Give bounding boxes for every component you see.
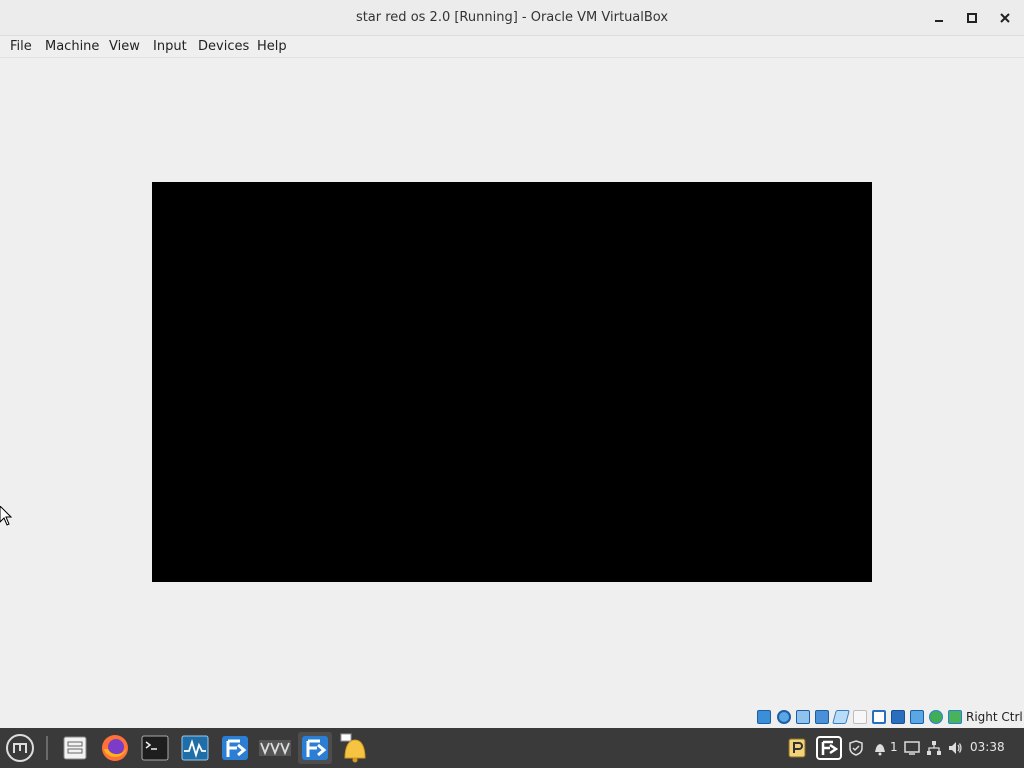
menu-file[interactable]: File: [10, 39, 32, 54]
menu-input[interactable]: Input: [153, 39, 187, 54]
menu-devices[interactable]: Devices: [198, 39, 249, 54]
firefox-icon: [102, 735, 128, 761]
menu-view[interactable]: View: [109, 39, 140, 54]
hard-disk-icon[interactable]: [757, 710, 771, 724]
shared-folders-icon[interactable]: [853, 710, 867, 724]
terminal-button[interactable]: [138, 732, 172, 764]
vm-app-icon: [259, 740, 291, 756]
mouse-integration-icon[interactable]: [929, 710, 943, 724]
display-icon[interactable]: [872, 710, 886, 724]
volume-button[interactable]: [947, 740, 963, 756]
terminal-icon: [141, 735, 169, 761]
network-icon: [927, 741, 941, 755]
menu-help[interactable]: Help: [257, 39, 287, 54]
shield-button[interactable]: [848, 740, 864, 756]
system-monitor-button[interactable]: [178, 732, 212, 764]
virtualbox-vm-icon: [302, 736, 328, 760]
minimize-button[interactable]: [927, 6, 951, 30]
virtualbox-vm-button[interactable]: [298, 732, 332, 764]
notification-bell-icon: [875, 744, 885, 756]
network-icon[interactable]: [815, 710, 829, 724]
maximize-button[interactable]: [960, 6, 984, 30]
close-icon: [1000, 13, 1010, 23]
usb-icon[interactable]: [832, 710, 850, 724]
notifications-button[interactable]: [338, 732, 372, 764]
volume-icon: [949, 742, 962, 754]
menu-machine[interactable]: Machine: [45, 39, 99, 54]
taskbar: 1 03:38: [0, 728, 1024, 768]
firefox-button[interactable]: [98, 732, 132, 764]
shield-icon: [849, 740, 863, 756]
host-key-label: Right Ctrl: [966, 710, 1023, 724]
menu-bar: File Machine View Input Devices Help: [0, 36, 1024, 58]
package-updater-button[interactable]: [788, 738, 806, 758]
notification-count: 1: [890, 740, 898, 754]
files-button[interactable]: [58, 732, 92, 764]
mint-menu-icon: [6, 734, 34, 762]
virtualbox-tray-icon: [816, 736, 842, 760]
vm-screen[interactable]: [152, 182, 872, 582]
keyboard-icon[interactable]: [948, 710, 962, 724]
audio-icon[interactable]: [796, 710, 810, 724]
display-icon: [904, 741, 920, 755]
minimize-icon: [935, 20, 943, 22]
virtualbox-manager-icon: [222, 736, 248, 760]
virtualbox-tray-button[interactable]: [816, 736, 842, 760]
maximize-icon: [967, 13, 977, 23]
mint-menu-button[interactable]: [3, 732, 37, 764]
system-monitor-icon: [181, 735, 209, 761]
title-bar[interactable]: star red os 2.0 [Running] - Oracle VM Vi…: [0, 0, 1024, 36]
display-settings-button[interactable]: [904, 740, 920, 756]
mouse-cursor-icon: [0, 506, 12, 526]
package-updater-icon: [788, 738, 806, 758]
vm-app-button[interactable]: [258, 732, 292, 764]
cpu-icon[interactable]: [910, 710, 924, 724]
optical-drive-icon[interactable]: [777, 710, 791, 724]
recording-icon[interactable]: [891, 710, 905, 724]
network-tray-button[interactable]: [926, 740, 942, 756]
close-button[interactable]: [993, 6, 1017, 30]
notifications-icon: [340, 733, 366, 763]
vm-status-bar: Right Ctrl: [0, 706, 1024, 728]
notification-bell-button[interactable]: [872, 740, 888, 756]
virtualbox-manager-button[interactable]: [218, 732, 252, 764]
window-title: star red os 2.0 [Running] - Oracle VM Vi…: [355, 10, 669, 25]
taskbar-separator: [46, 736, 48, 760]
files-icon: [63, 736, 87, 760]
clock[interactable]: 03:38: [970, 740, 1005, 754]
